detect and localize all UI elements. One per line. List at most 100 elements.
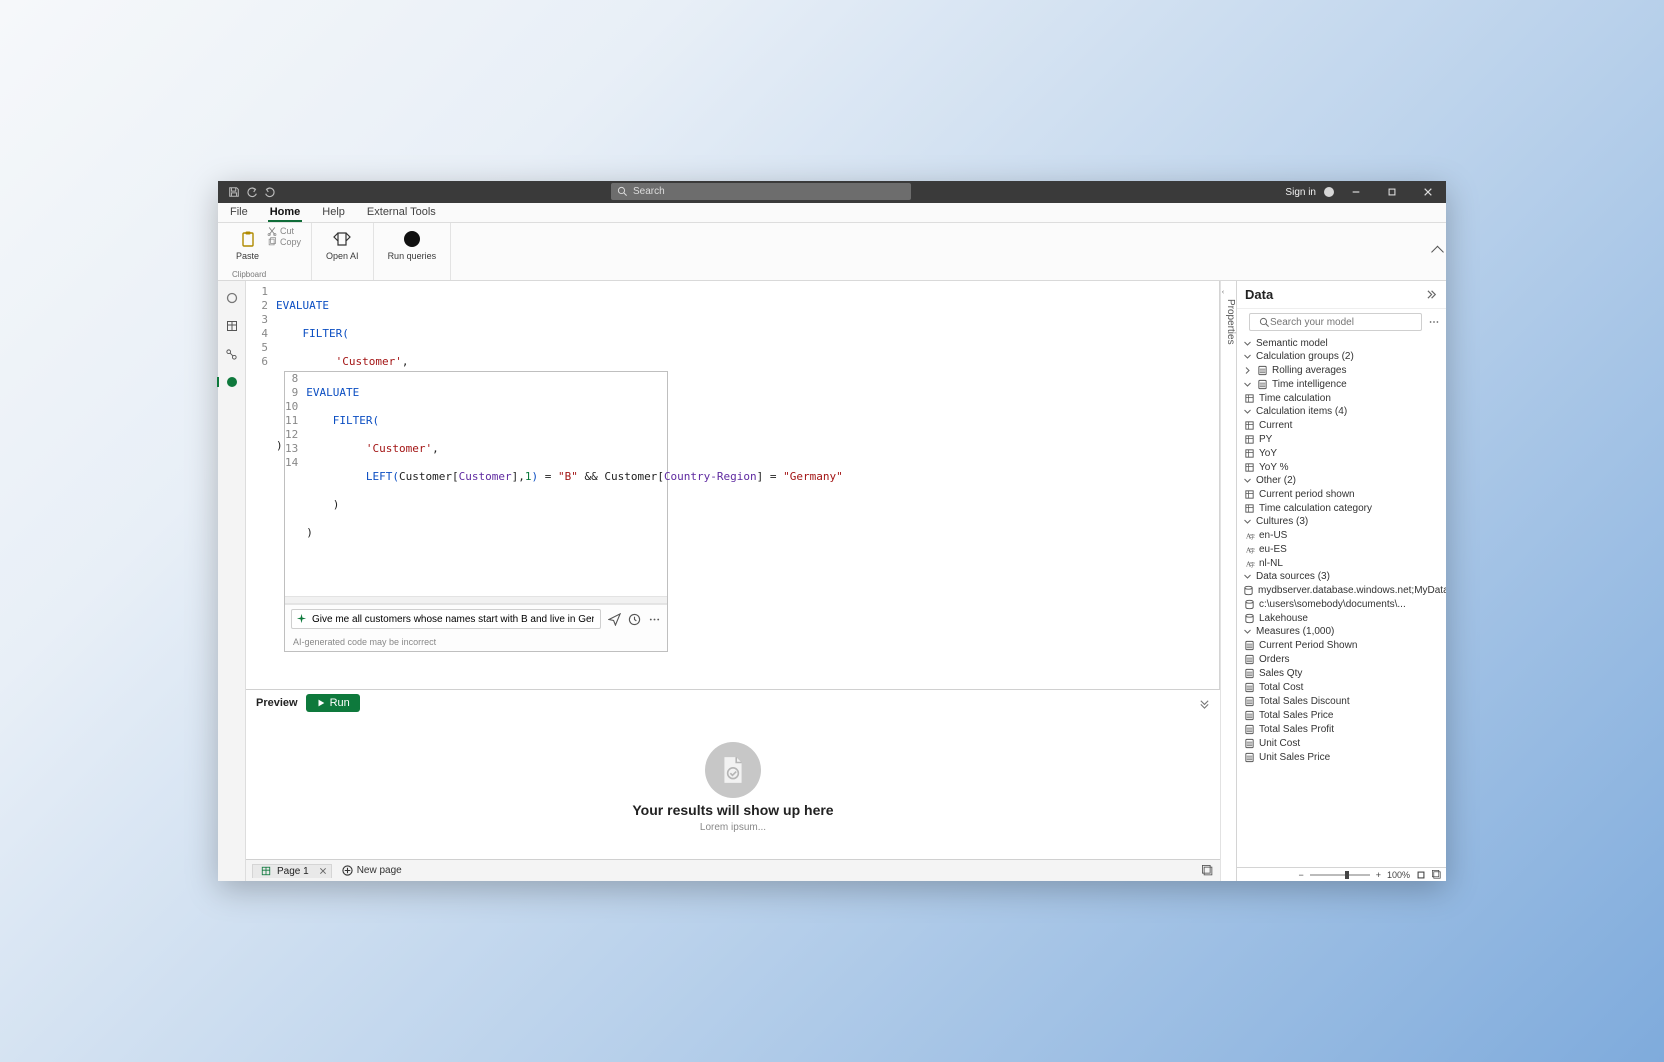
- menu-home[interactable]: Home: [268, 203, 303, 222]
- tree-node-m-orders[interactable]: Orders: [1237, 652, 1446, 666]
- tree-node-current[interactable]: Current: [1237, 418, 1446, 432]
- ai-disclaimer: AI-generated code may be incorrect: [285, 633, 667, 651]
- send-button[interactable]: [607, 612, 621, 626]
- open-ai-button[interactable]: Open AI: [322, 226, 363, 263]
- copy-pages-icon[interactable]: [1202, 865, 1214, 877]
- menu-external-tools[interactable]: External Tools: [365, 203, 438, 222]
- global-search-input[interactable]: [611, 183, 911, 200]
- model-view-icon[interactable]: [225, 347, 239, 361]
- properties-label: Properties: [1225, 299, 1236, 345]
- tree-node-en-us[interactable]: en-US: [1237, 528, 1446, 542]
- measure-icon: [1243, 695, 1255, 707]
- page-tabs-bar: Page 1 New page: [246, 859, 1220, 881]
- tree-node-m-current-period-shown[interactable]: Current Period Shown: [1237, 638, 1446, 652]
- tree-node-yoy[interactable]: YoY: [1237, 446, 1446, 460]
- line-gutter: 1 2 3 4 5 6: [246, 285, 276, 481]
- more-button[interactable]: [647, 612, 661, 626]
- measure-icon: [1243, 667, 1255, 679]
- new-page-button[interactable]: New page: [342, 865, 402, 876]
- tree-node-time-intelligence[interactable]: Time intelligence: [1237, 377, 1446, 391]
- tree-node-m-total-sales-profit[interactable]: Total Sales Profit: [1237, 722, 1446, 736]
- close-tab-icon[interactable]: [319, 867, 327, 875]
- cut-icon: [267, 226, 277, 236]
- tree-node-data-sources[interactable]: Data sources (3): [1237, 570, 1446, 583]
- tree-node-rolling-averages[interactable]: Rolling averages: [1237, 363, 1446, 377]
- run-queries-button[interactable]: Run queries: [384, 226, 441, 263]
- tree-node-m-unit-sales-price[interactable]: Unit Sales Price: [1237, 750, 1446, 764]
- menu-help[interactable]: Help: [320, 203, 347, 222]
- tree-node-py[interactable]: PY: [1237, 432, 1446, 446]
- sign-in-link[interactable]: Sign in: [1285, 187, 1316, 198]
- run-queries-label: Run queries: [388, 251, 437, 261]
- measure-icon: [1243, 737, 1255, 749]
- data-panel: Data Semantic model Calculation groups (…: [1236, 281, 1446, 881]
- tree-node-nl-nl[interactable]: nl-NL: [1237, 556, 1446, 570]
- ribbon-group-clipboard: Paste Cut Copy Clipboard: [222, 223, 312, 280]
- tree-node-time-calc-category[interactable]: Time calculation category: [1237, 501, 1446, 515]
- presentation-icon[interactable]: [1432, 870, 1442, 880]
- tree-node-semantic-model[interactable]: Semantic model: [1237, 337, 1446, 350]
- preview-placeholder-icon: [705, 742, 761, 798]
- tree-node-other[interactable]: Other (2): [1237, 474, 1446, 487]
- history-button[interactable]: [627, 612, 641, 626]
- page-tab-1[interactable]: Page 1: [252, 864, 332, 878]
- item-icon: [1243, 461, 1255, 473]
- item-icon: [1243, 447, 1255, 459]
- redo-icon[interactable]: [264, 186, 276, 198]
- run-button[interactable]: Run: [306, 694, 360, 712]
- undo-icon[interactable]: [246, 186, 258, 198]
- zoom-slider[interactable]: [1310, 874, 1370, 876]
- copy-button[interactable]: Copy: [267, 237, 301, 247]
- preview-subtext: Lorem ipsum...: [700, 822, 766, 833]
- item-icon: [1243, 433, 1255, 445]
- table-view-icon[interactable]: [225, 319, 239, 333]
- more-icon[interactable]: [1428, 316, 1440, 328]
- zoom-percent: 100%: [1387, 870, 1410, 880]
- play-icon: [316, 698, 326, 708]
- properties-collapsed[interactable]: Properties: [1220, 281, 1236, 881]
- tree-node-m-total-cost[interactable]: Total Cost: [1237, 680, 1446, 694]
- preview-heading: Your results will show up here: [632, 802, 833, 818]
- tree-node-yoy-pct[interactable]: YoY %: [1237, 460, 1446, 474]
- avatar-icon[interactable]: [1324, 187, 1334, 197]
- paste-button[interactable]: Paste: [232, 226, 263, 263]
- save-icon[interactable]: [228, 186, 240, 198]
- copy-icon: [267, 237, 277, 247]
- tree-node-m-sales-qty[interactable]: Sales Qty: [1237, 666, 1446, 680]
- model-search-input[interactable]: [1249, 313, 1422, 331]
- ai-code-lines: EVALUATE FILTER( 'Customer', LEFT(Custom…: [306, 372, 843, 596]
- item-icon: [1243, 502, 1255, 514]
- zoom-out-button[interactable]: −: [1298, 870, 1303, 880]
- tree-node-calc-groups[interactable]: Calculation groups (2): [1237, 350, 1446, 363]
- report-view-icon[interactable]: [225, 291, 239, 305]
- tree-node-m-total-sales-discount[interactable]: Total Sales Discount: [1237, 694, 1446, 708]
- dax-editor[interactable]: 1 2 3 4 5 6 EVALUATE FILTER( 'Customer',…: [246, 281, 1220, 689]
- tree-node-current-period-shown[interactable]: Current period shown: [1237, 487, 1446, 501]
- close-button[interactable]: [1414, 181, 1442, 203]
- ai-prompt-input[interactable]: [291, 609, 601, 629]
- tree-node-measures[interactable]: Measures (1,000): [1237, 625, 1446, 638]
- tree-node-m-unit-cost[interactable]: Unit Cost: [1237, 736, 1446, 750]
- tree-node-ds-3[interactable]: Lakehouse: [1237, 611, 1446, 625]
- cut-button[interactable]: Cut: [267, 226, 301, 236]
- maximize-button[interactable]: [1378, 181, 1406, 203]
- menu-file[interactable]: File: [228, 203, 250, 222]
- tree-node-m-total-sales-price[interactable]: Total Sales Price: [1237, 708, 1446, 722]
- tree-node-time-calculation[interactable]: Time calculation: [1237, 391, 1446, 405]
- item-icon: [1243, 488, 1255, 500]
- tree-node-cultures[interactable]: Cultures (3): [1237, 515, 1446, 528]
- zoom-in-button[interactable]: +: [1376, 870, 1381, 880]
- fit-to-page-icon[interactable]: [1416, 870, 1426, 880]
- collapse-preview-icon[interactable]: [1199, 698, 1210, 709]
- preview-title: Preview: [256, 697, 298, 709]
- tree-node-eu-es[interactable]: eu-ES: [1237, 542, 1446, 556]
- dax-query-view-icon[interactable]: [225, 375, 239, 389]
- minimize-button[interactable]: [1342, 181, 1370, 203]
- tree-node-calc-items[interactable]: Calculation items (4): [1237, 405, 1446, 418]
- expand-data-panel-icon[interactable]: [1427, 289, 1438, 300]
- zoom-bar: − + 100%: [1237, 867, 1446, 881]
- tree-node-ds-1[interactable]: mydbserver.database.windows.net;MyData..…: [1237, 583, 1446, 597]
- tree-node-ds-2[interactable]: c:\users\somebody\documents\...: [1237, 597, 1446, 611]
- language-icon: [1243, 557, 1255, 569]
- model-tree: Semantic model Calculation groups (2) Ro…: [1237, 335, 1446, 867]
